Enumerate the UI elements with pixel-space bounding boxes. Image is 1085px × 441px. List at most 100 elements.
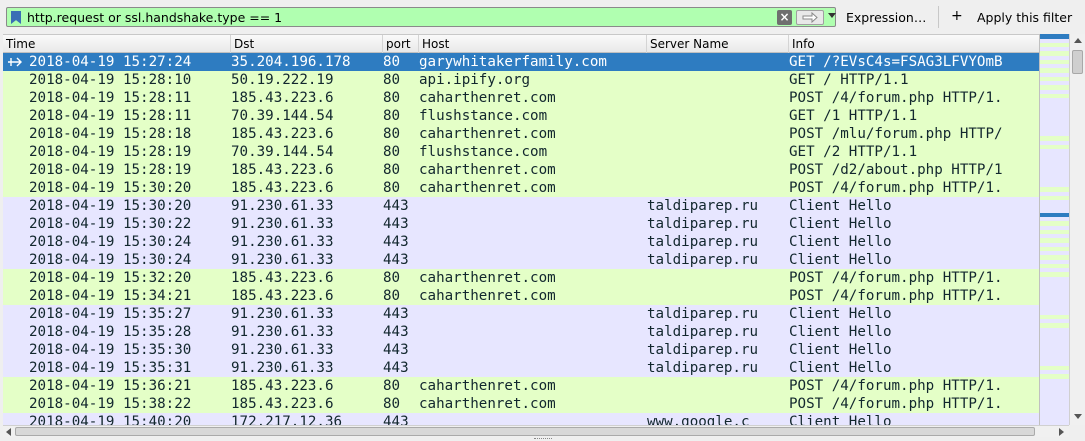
packet-row[interactable]: 2018-04-19 15:38:22 185.43.223.6 80 caharth…	[3, 395, 1039, 413]
horizontal-scroll-thumb[interactable]	[15, 427, 1035, 436]
minimap-band	[1040, 110, 1069, 119]
packet-row[interactable]: 2018-04-19 15:35:27 91.230.61.33 443 taldip…	[3, 305, 1039, 323]
packet-row[interactable]: 2018-04-19 15:28:19 70.39.144.54 80 flushst…	[3, 143, 1039, 161]
packet-row[interactable]: 2018-04-19 15:35:28 91.230.61.33 443 taldip…	[3, 323, 1039, 341]
related-packet-arrow-icon	[3, 53, 25, 71]
apply-this-filter-button[interactable]: Apply this filter	[977, 10, 1072, 25]
packet-row[interactable]: 2018-04-19 15:30:24 91.230.61.33 443 taldip…	[3, 233, 1039, 251]
cell-info: Client Hello	[789, 324, 892, 340]
minimap-band	[1040, 246, 1069, 252]
display-filter-text[interactable]: http.request or ssl.handshake.type == 1	[27, 10, 282, 25]
cell-port: 443	[383, 216, 409, 232]
packet-row[interactable]: 2018-04-19 15:27:24 35.204.196.178 80 garyw…	[3, 53, 1039, 71]
cell-host	[419, 233, 647, 251]
cell-time: 2018-04-19 15:35:27	[29, 306, 192, 322]
cell-info: POST /4/forum.php HTTP/1.	[789, 90, 1003, 106]
column-header-server-name[interactable]: Server Name	[647, 35, 789, 53]
cell-server-name	[647, 377, 787, 395]
packet-row[interactable]: 2018-04-19 15:28:11 185.43.223.6 80 caharth…	[3, 89, 1039, 107]
packet-row[interactable]: 2018-04-19 15:28:11 70.39.144.54 80 flushst…	[3, 107, 1039, 125]
packet-row[interactable]: 2018-04-19 15:35:31 91.230.61.33 443 taldip…	[3, 359, 1039, 377]
scroll-right-icon[interactable]	[1059, 428, 1064, 436]
cell-port: 80	[383, 90, 401, 106]
scroll-up-icon[interactable]	[1074, 38, 1082, 43]
cell-time: 2018-04-19 15:38:22	[29, 396, 192, 412]
cell-info: Client Hello	[789, 360, 892, 376]
minimap-band	[1040, 93, 1069, 99]
cell-port: 80	[383, 378, 401, 394]
column-header-host[interactable]: Host	[419, 35, 647, 53]
cell-port: 80	[383, 144, 401, 160]
cell-host: caharthenret.com	[419, 180, 556, 196]
vertical-scrollbar[interactable]	[1069, 34, 1085, 425]
packet-row[interactable]: 2018-04-19 15:32:20 185.43.223.6 80 caharth…	[3, 269, 1039, 287]
cell-time: 2018-04-19 15:35:31	[29, 360, 192, 376]
packet-row[interactable]: 2018-04-19 15:35:30 91.230.61.33 443 taldip…	[3, 341, 1039, 359]
cell-host	[419, 413, 647, 425]
expression-button[interactable]: Expression…	[846, 10, 926, 25]
cell-dst: 35.204.196.178	[231, 54, 351, 70]
cell-dst: 185.43.223.6	[231, 270, 334, 286]
cell-server-name: taldiparep.ru	[647, 252, 759, 268]
cell-time: 2018-04-19 15:36:21	[29, 378, 192, 394]
scroll-left-icon[interactable]	[6, 428, 11, 436]
apply-filter-arrow-icon[interactable]	[796, 10, 824, 25]
cell-server-name	[647, 107, 787, 125]
cell-time: 2018-04-19 15:28:18	[29, 126, 192, 142]
cell-server-name: taldiparep.ru	[647, 324, 759, 340]
packet-row[interactable]: 2018-04-19 15:28:19 185.43.223.6 80 caharth…	[3, 161, 1039, 179]
horizontal-scrollbar[interactable]	[3, 425, 1069, 437]
cell-time: 2018-04-19 15:30:24	[29, 234, 192, 250]
packet-row[interactable]: 2018-04-19 15:40:20 172.217.12.36 443 www.g…	[3, 413, 1039, 425]
minimap-band	[1040, 255, 1069, 260]
minimap-band	[1040, 136, 1069, 141]
cell-server-name: taldiparep.ru	[647, 234, 759, 250]
scroll-down-icon[interactable]	[1074, 414, 1082, 419]
display-filter-input[interactable]: http.request or ssl.handshake.type == 1 …	[6, 7, 836, 27]
cell-server-name: taldiparep.ru	[647, 360, 759, 376]
packet-row[interactable]: 2018-04-19 15:34:21 185.43.223.6 80 caharth…	[3, 287, 1039, 305]
column-header-info[interactable]: Info	[789, 35, 1039, 53]
column-header-dst[interactable]: Dst	[231, 35, 383, 53]
cell-server-name	[647, 179, 787, 197]
cell-host: caharthenret.com	[419, 288, 556, 304]
packet-minimap[interactable]	[1039, 34, 1069, 425]
minimap-band	[1040, 365, 1069, 371]
cell-info: GET /1 HTTP/1.1	[789, 108, 918, 124]
cell-host	[419, 215, 647, 233]
packet-row[interactable]: 2018-04-19 15:28:18 185.43.223.6 80 caharth…	[3, 125, 1039, 143]
column-header-time[interactable]: Time	[3, 35, 231, 53]
cell-port: 80	[383, 180, 401, 196]
cell-time: 2018-04-19 15:30:24	[29, 252, 192, 268]
minimap-band	[1040, 212, 1069, 218]
cell-time: 2018-04-19 15:28:11	[29, 108, 192, 124]
minimap-band	[1040, 34, 1069, 39]
filter-history-dropdown-icon[interactable]	[828, 13, 836, 18]
column-header-port[interactable]: port	[383, 35, 419, 53]
cell-time: 2018-04-19 15:28:10	[29, 72, 192, 88]
minimap-band	[1040, 153, 1069, 162]
cell-port: 443	[383, 324, 409, 340]
cell-server-name	[647, 269, 787, 287]
cell-host	[419, 251, 647, 269]
cell-time: 2018-04-19 15:34:21	[29, 288, 192, 304]
vertical-scroll-thumb[interactable]	[1072, 50, 1083, 74]
packet-row[interactable]: 2018-04-19 15:30:22 91.230.61.33 443 taldip…	[3, 215, 1039, 233]
packet-row[interactable]: 2018-04-19 15:30:24 91.230.61.33 443 taldip…	[3, 251, 1039, 269]
packet-row[interactable]: 2018-04-19 15:36:21 185.43.223.6 80 caharth…	[3, 377, 1039, 395]
pane-splitter-handle[interactable]	[534, 438, 552, 440]
cell-host	[419, 305, 647, 323]
cell-time: 2018-04-19 15:35:30	[29, 342, 192, 358]
cell-dst: 185.43.223.6	[231, 396, 334, 412]
cell-server-name: taldiparep.ru	[647, 342, 759, 358]
minimap-band	[1040, 272, 1069, 277]
filter-bookmark-icon[interactable]	[11, 11, 21, 24]
packet-list[interactable]: Time Dst port Host Server Name Info 2018…	[3, 34, 1039, 425]
add-filter-button-icon[interactable]: +	[951, 8, 963, 24]
packet-row[interactable]: 2018-04-19 15:30:20 185.43.223.6 80 caharth…	[3, 179, 1039, 197]
packet-row[interactable]: 2018-04-19 15:30:20 91.230.61.33 443 taldip…	[3, 197, 1039, 215]
packet-row[interactable]: 2018-04-19 15:28:10 50.19.222.19 80 api.ipi…	[3, 71, 1039, 89]
minimap-band	[1040, 382, 1069, 391]
minimap-band	[1040, 331, 1069, 340]
clear-filter-icon[interactable]: ×	[777, 10, 792, 25]
